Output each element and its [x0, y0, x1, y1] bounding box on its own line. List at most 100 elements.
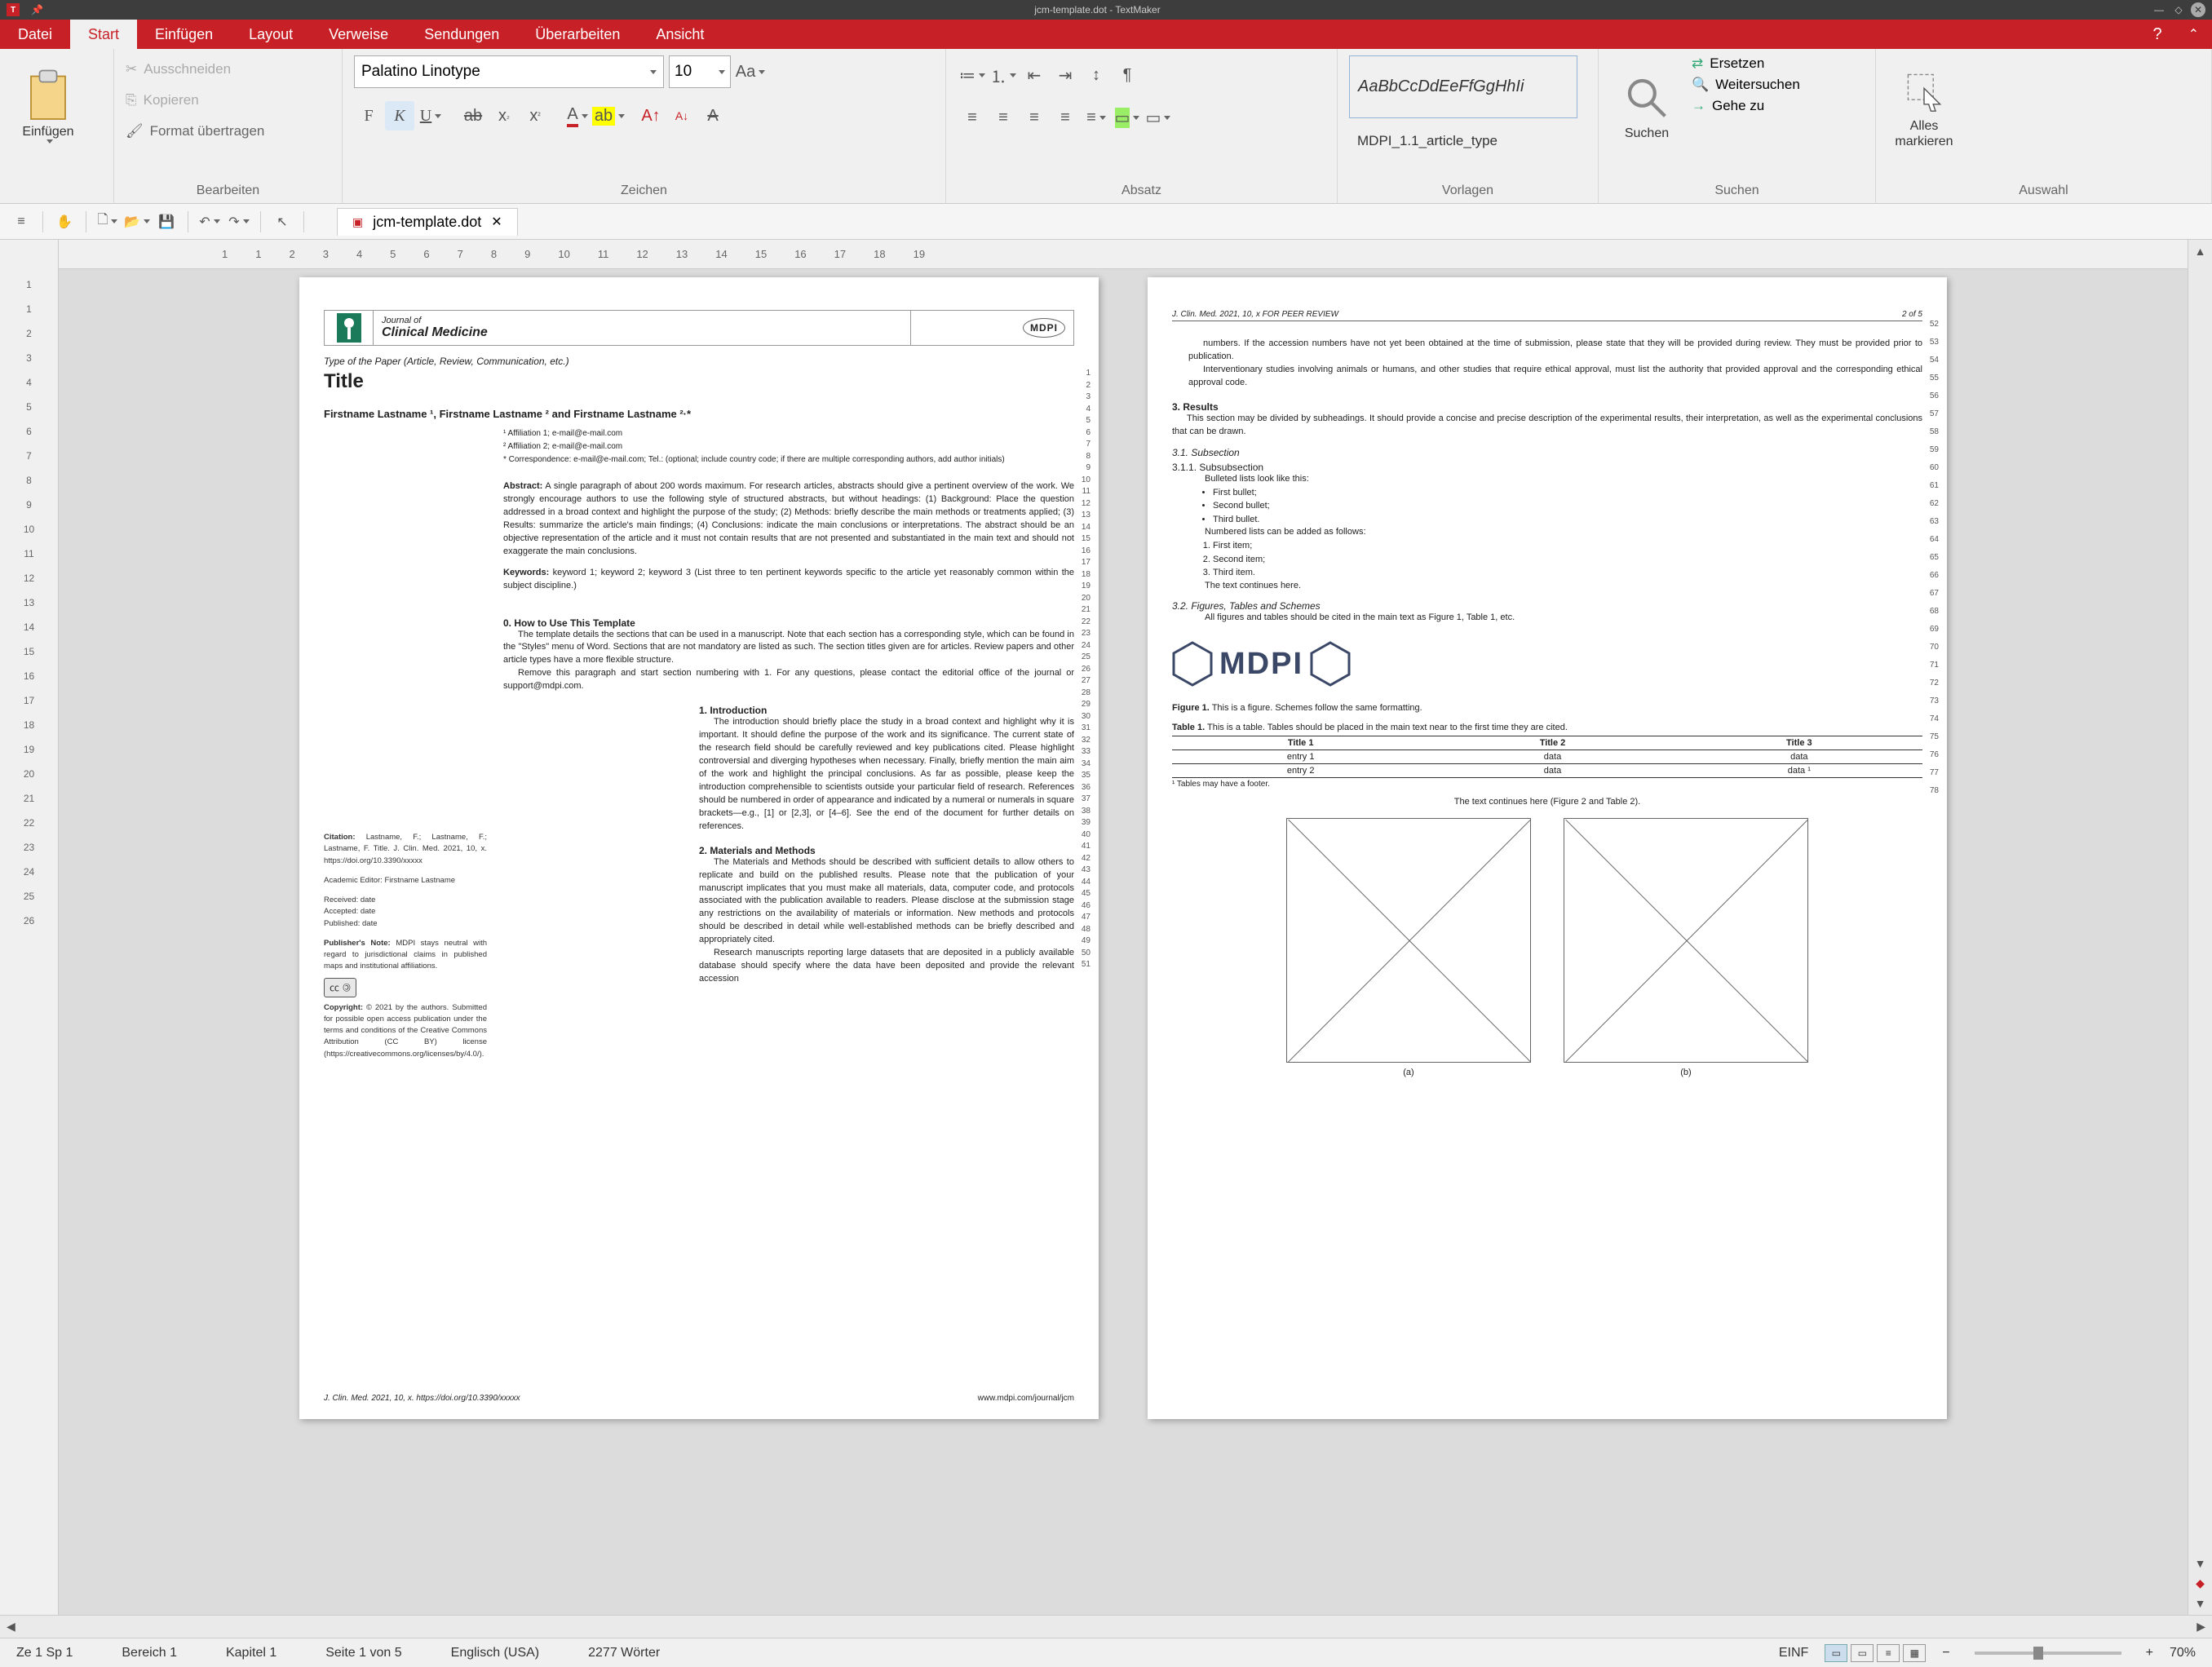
pin-icon[interactable]: 📌 [31, 4, 43, 15]
clear-format-button[interactable]: A [698, 101, 728, 130]
zoom-out-button[interactable]: − [1942, 1646, 1949, 1660]
quick-access-toolbar: ≡ ✋ 🗋 📂 💾 ↶ ↷ ↖ ▣ jcm-template.dot ✕ [0, 204, 2212, 240]
italic-button[interactable]: K [385, 101, 414, 130]
increase-indent-button[interactable]: ⇥ [1051, 60, 1080, 90]
scroll-down-icon[interactable]: ▼ [2195, 1557, 2206, 1570]
cut-button[interactable]: ✂Ausschneiden [126, 55, 264, 83]
shading-button[interactable]: ▭ [1113, 103, 1142, 132]
figure-placeholders [1172, 818, 1922, 1063]
zoom-percent[interactable]: 70% [2170, 1646, 2196, 1660]
underline-button[interactable]: U [416, 101, 445, 130]
align-center-button[interactable]: ≡ [989, 103, 1018, 132]
hamburger-icon[interactable]: ≡ [8, 209, 34, 235]
status-section[interactable]: Bereich 1 [122, 1646, 177, 1660]
view-object-button[interactable]: ▦ [1903, 1644, 1926, 1662]
bold-button[interactable]: F [354, 101, 383, 130]
find-next-button[interactable]: 🔍Weitersuchen [1692, 77, 1800, 93]
open-button[interactable]: 📂 [124, 209, 150, 235]
status-language[interactable]: Englisch (USA) [451, 1646, 539, 1660]
subscript-button[interactable]: x₂ [489, 101, 519, 130]
next-page-icon[interactable]: ▼ [2195, 1597, 2206, 1610]
group-label-vorlagen: Vorlagen [1349, 180, 1586, 201]
pages-area[interactable]: Journal of Clinical Medicine MDPI Type o… [59, 240, 2188, 1615]
font-size-select[interactable]: 10 [669, 55, 731, 88]
menu-sendungen[interactable]: Sendungen [406, 20, 517, 49]
number-list-button[interactable]: ⒈ [989, 60, 1018, 90]
running-head-left: J. Clin. Med. 2021, 10, x FOR PEER REVIE… [1172, 310, 1338, 319]
sample-table: Title 1Title 2Title 3 entry 1datadata en… [1172, 736, 1922, 778]
undo-button[interactable]: ↶ [197, 209, 223, 235]
tab-close-button[interactable]: ✕ [491, 214, 502, 230]
bullet-list-button[interactable]: ≔ [958, 60, 987, 90]
shrink-font-button[interactable]: A↓ [667, 101, 697, 130]
font-color-button[interactable]: A [563, 101, 592, 130]
search-button[interactable]: Suchen [1610, 55, 1683, 161]
justify-button[interactable]: ≡ [1051, 103, 1080, 132]
paste-button[interactable]: Einfügen [11, 55, 85, 161]
line-numbers-p1: 1234567891011121314151617181920212223242… [1082, 367, 1091, 971]
document-tab[interactable]: ▣ jcm-template.dot ✕ [337, 208, 518, 236]
status-insert-mode[interactable]: EINF [1779, 1646, 1808, 1660]
select-all-button[interactable]: Alles markieren [1887, 55, 1961, 161]
line-spacing-button[interactable]: ≡ [1082, 103, 1111, 132]
menu-start[interactable]: Start [70, 20, 137, 49]
ribbon: Einfügen ✂Ausschneiden ⎘Kopieren 🖌Format… [0, 49, 2212, 204]
font-family-select[interactable]: Palatino Linotype [354, 55, 664, 88]
zoom-in-button[interactable]: + [2146, 1646, 2153, 1660]
window-close-button[interactable]: ✕ [2191, 2, 2205, 17]
horizontal-scrollbar[interactable]: ◀ ▶ [0, 1615, 2212, 1638]
sort-button[interactable]: ↕ [1082, 60, 1111, 90]
align-right-button[interactable]: ≡ [1020, 103, 1049, 132]
scroll-left-icon[interactable]: ◀ [7, 1620, 15, 1634]
window-maximize-button[interactable]: ◇ [2171, 2, 2186, 17]
num-intro: Numbered lists can be added as follows: [1172, 526, 1922, 539]
format-painter-button[interactable]: 🖌Format übertragen [126, 117, 264, 145]
align-left-button[interactable]: ≡ [958, 103, 987, 132]
style-preview-box[interactable]: AaBbCcDdEeFfGgHhIi [1349, 55, 1577, 118]
view-outline-button[interactable]: ≡ [1877, 1644, 1900, 1662]
goto-button[interactable]: →Gehe zu [1692, 98, 1800, 114]
status-word-count[interactable]: 2277 Wörter [588, 1646, 660, 1660]
strikethrough-button[interactable]: ab [458, 101, 488, 130]
menu-datei[interactable]: Datei [0, 20, 70, 49]
section-0-heading: 0. How to Use This Template [503, 617, 1074, 629]
redo-button[interactable]: ↷ [226, 209, 252, 235]
scroll-up-icon[interactable]: ▲ [2195, 245, 2206, 258]
menu-ueberarbeiten[interactable]: Überarbeiten [517, 20, 638, 49]
hand-tool-button[interactable]: ✋ [51, 209, 77, 235]
superscript-button[interactable]: x² [520, 101, 550, 130]
grow-font-button[interactable]: A↑ [636, 101, 666, 130]
section-2-p1: The Materials and Methods should be desc… [699, 856, 1074, 948]
scroll-right-icon[interactable]: ▶ [2197, 1620, 2205, 1634]
style-name[interactable]: MDPI_1.1_article_type [1349, 126, 1506, 156]
replace-button[interactable]: ⇄Ersetzen [1692, 55, 1800, 72]
section-1-p: The introduction should briefly place th… [699, 716, 1074, 833]
case-button[interactable]: Aa [736, 57, 765, 86]
p2-cont2: Interventionary studies involving animal… [1188, 364, 1922, 390]
new-doc-button[interactable]: 🗋 [95, 209, 121, 235]
view-continuous-button[interactable]: ▭ [1851, 1644, 1874, 1662]
decrease-indent-button[interactable]: ⇤ [1020, 60, 1049, 90]
menu-verweise[interactable]: Verweise [311, 20, 406, 49]
copy-button[interactable]: ⎘Kopieren [126, 86, 264, 114]
save-button[interactable]: 💾 [153, 209, 179, 235]
collapse-ribbon-button[interactable]: ⌃ [2175, 20, 2212, 49]
status-chapter[interactable]: Kapitel 1 [226, 1646, 276, 1660]
window-minimize-button[interactable]: — [2152, 2, 2166, 17]
zoom-slider[interactable] [1975, 1652, 2121, 1655]
menu-layout[interactable]: Layout [231, 20, 311, 49]
hexagon-icon [1310, 641, 1351, 687]
status-page[interactable]: Seite 1 von 5 [325, 1646, 401, 1660]
menu-einfuegen[interactable]: Einfügen [137, 20, 231, 49]
borders-button[interactable]: ▭ [1144, 103, 1173, 132]
view-normal-button[interactable]: ▭ [1825, 1644, 1847, 1662]
menu-ansicht[interactable]: Ansicht [638, 20, 722, 49]
continues: The text continues here. [1172, 580, 1922, 593]
vertical-scrollbar[interactable]: ▲ ▼ ◆ ▼ [2188, 240, 2212, 1615]
prev-page-icon[interactable]: ◆ [2196, 1576, 2205, 1590]
show-paragraph-button[interactable]: ¶ [1113, 60, 1142, 90]
continues-2: The text continues here (Figure 2 and Ta… [1172, 797, 1922, 807]
highlight-button[interactable]: ab [594, 101, 623, 130]
cursor-tool-button[interactable]: ↖ [269, 209, 295, 235]
help-button[interactable]: ? [2139, 20, 2174, 49]
